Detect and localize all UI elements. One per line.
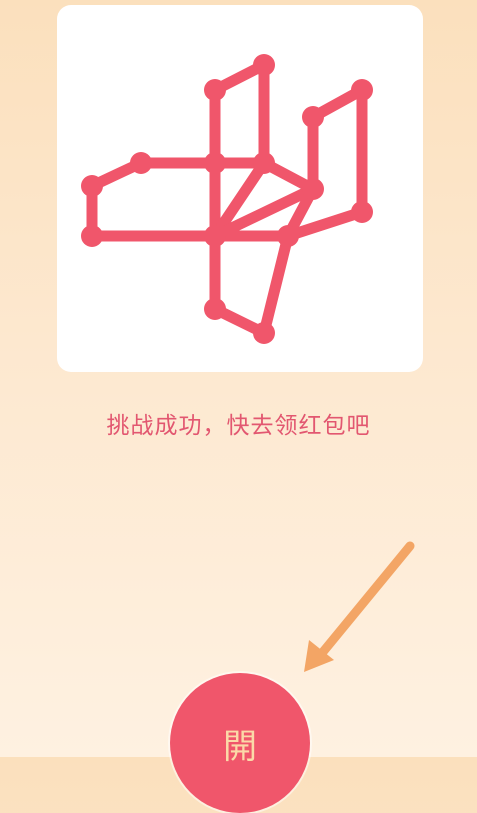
- puzzle-card: [57, 5, 423, 372]
- puzzle-node: [130, 152, 152, 174]
- one-stroke-puzzle-figure: [81, 54, 373, 344]
- puzzle-node: [253, 322, 275, 344]
- puzzle-node: [351, 79, 373, 101]
- puzzle-edge: [258, 230, 294, 339]
- success-message: 挑战成功，快去领红包吧: [106, 413, 371, 439]
- puzzle-node: [253, 54, 275, 76]
- puzzle-node: [204, 298, 226, 320]
- puzzle-node: [204, 152, 226, 174]
- puzzle-node: [302, 106, 324, 128]
- puzzle-node: [351, 201, 373, 223]
- puzzle-node: [277, 225, 299, 247]
- puzzle-node: [81, 225, 103, 247]
- open-red-packet-button[interactable]: 開: [170, 673, 310, 813]
- puzzle-node: [302, 178, 324, 200]
- puzzle-node: [204, 225, 226, 247]
- puzzle-node: [253, 152, 275, 174]
- puzzle-node: [204, 79, 226, 101]
- puzzle-node: [81, 175, 103, 197]
- open-button-label: 開: [223, 727, 257, 767]
